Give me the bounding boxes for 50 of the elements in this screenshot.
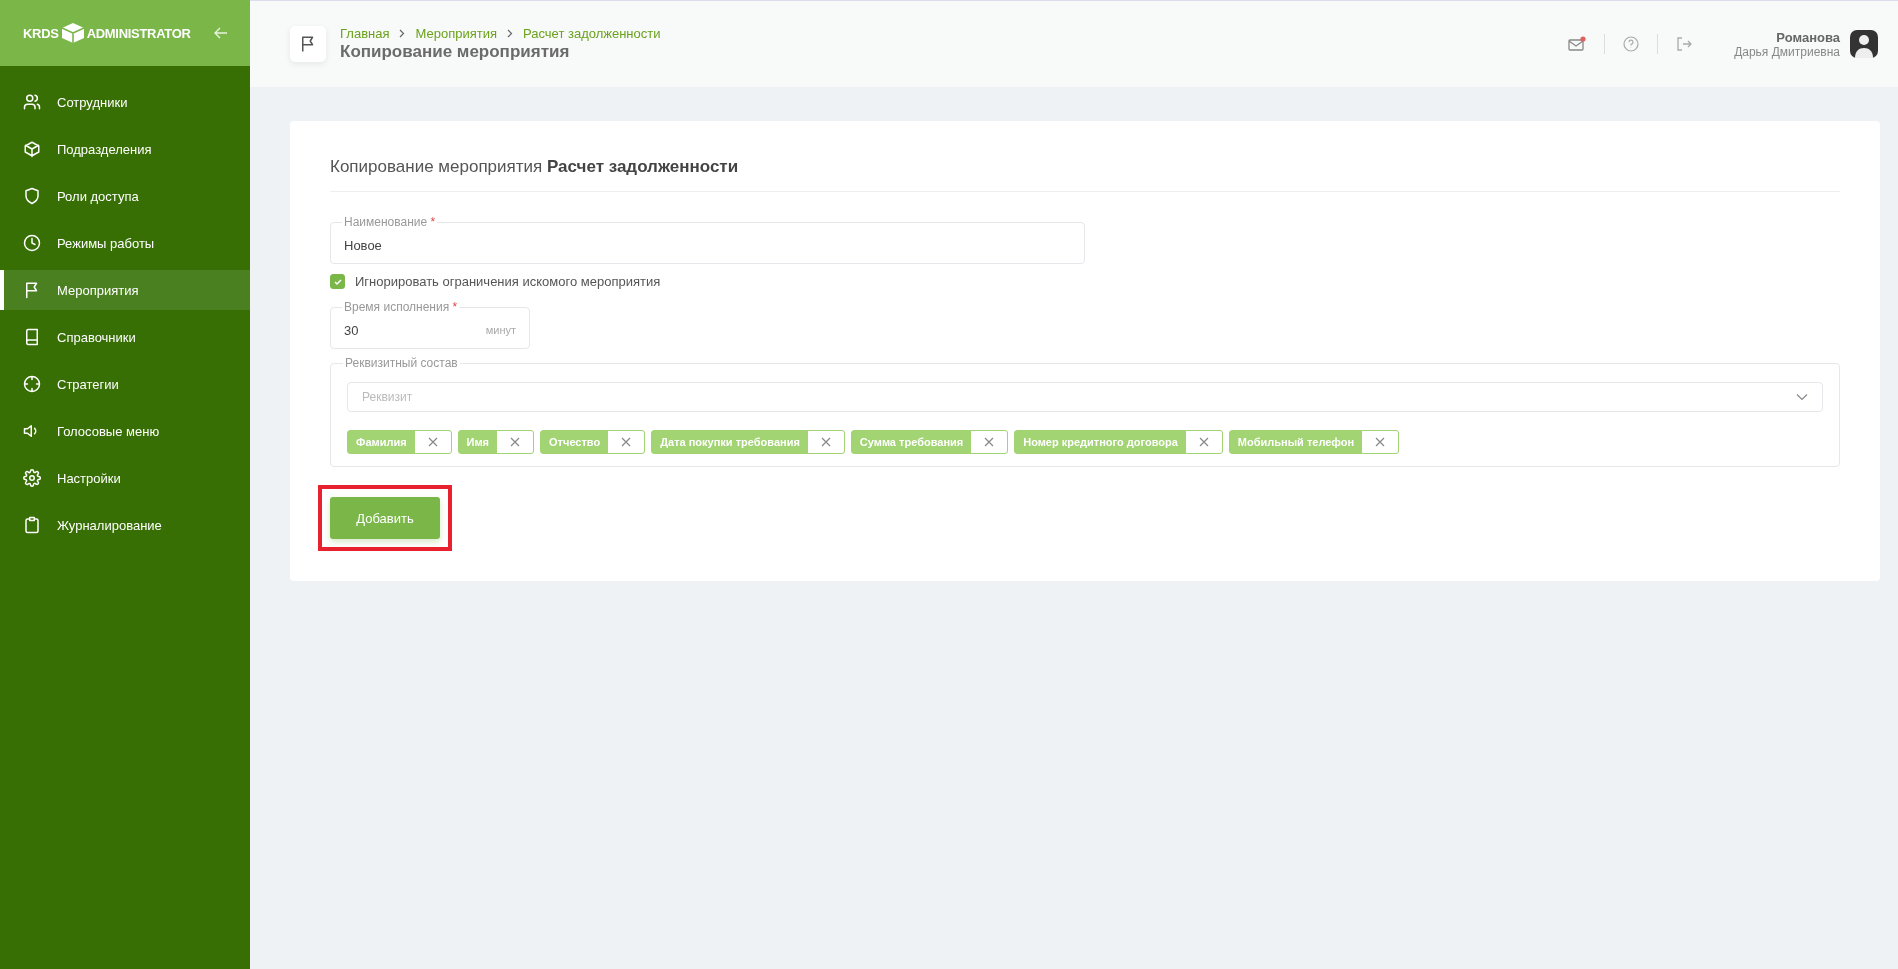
menu-item[interactable]: Журналирование bbox=[0, 505, 250, 545]
help-icon[interactable] bbox=[1623, 36, 1640, 52]
menu-item[interactable]: Подразделения bbox=[0, 129, 250, 169]
book-icon bbox=[23, 328, 41, 346]
name-field[interactable]: Наименование * Новое bbox=[330, 214, 1085, 264]
tag: Имя bbox=[457, 430, 535, 454]
menu-item[interactable]: Мероприятия bbox=[0, 270, 250, 310]
chevron-down-icon bbox=[1796, 393, 1808, 401]
logo-text: KRDS bbox=[23, 25, 59, 41]
users-icon bbox=[23, 93, 41, 111]
tag: Сумма требования bbox=[850, 430, 1009, 454]
clock-icon bbox=[23, 234, 41, 252]
tag: Отчество bbox=[540, 430, 646, 454]
tag: Фамилия bbox=[347, 430, 452, 454]
user-first-names: Дарья Дмитриевна bbox=[1734, 44, 1840, 59]
logo-text: ADMINISTRATOR bbox=[86, 25, 191, 41]
tag: Номер кредитного договора bbox=[1014, 430, 1223, 454]
user-last-name: Романова bbox=[1776, 29, 1840, 45]
chevron-icon bbox=[399, 29, 406, 38]
menu-item[interactable]: Режимы работы bbox=[0, 223, 250, 263]
menu-item[interactable]: Роли доступа bbox=[0, 176, 250, 216]
time-field[interactable]: Время исполнения * 30 минут bbox=[330, 299, 530, 349]
cube-icon bbox=[60, 22, 85, 44]
unit-label: минут bbox=[485, 324, 516, 336]
field-label: Время исполнения * bbox=[342, 300, 460, 314]
chevron-icon bbox=[507, 29, 513, 38]
tag: Дата покупки требования bbox=[651, 430, 845, 454]
crosshair-icon bbox=[23, 375, 41, 393]
tag: Мобильный телефон bbox=[1228, 430, 1400, 454]
check-icon bbox=[332, 276, 343, 287]
clipboard-icon bbox=[23, 516, 41, 534]
back-arrow-icon[interactable] bbox=[214, 26, 228, 40]
field-label: Наименование * bbox=[342, 215, 438, 229]
checkbox[interactable] bbox=[330, 274, 345, 289]
checkbox-label: Игнорировать ограничения искомого мероприятия bbox=[355, 274, 661, 289]
cube-icon bbox=[23, 140, 41, 158]
avatar[interactable] bbox=[1850, 30, 1878, 58]
breadcrumb-link[interactable]: Мероприятия bbox=[415, 26, 497, 41]
menu-item[interactable]: Справочники bbox=[0, 317, 250, 357]
shield-icon bbox=[23, 187, 41, 205]
menu-item[interactable]: Сотрудники bbox=[0, 82, 250, 122]
form-title: Копирование мероприятия Расчет задолженности bbox=[330, 157, 739, 177]
menu-item[interactable]: Настройки bbox=[0, 458, 250, 498]
page-title: Копирование мероприятия bbox=[340, 42, 571, 62]
menu-item[interactable]: Голосовые меню bbox=[0, 411, 250, 451]
settings-icon bbox=[23, 469, 41, 487]
menu-item[interactable]: Стратегии bbox=[0, 364, 250, 404]
mail-icon[interactable] bbox=[1568, 36, 1587, 52]
group-label: Реквизитный состав bbox=[343, 356, 460, 370]
logout-icon[interactable] bbox=[1676, 36, 1693, 52]
